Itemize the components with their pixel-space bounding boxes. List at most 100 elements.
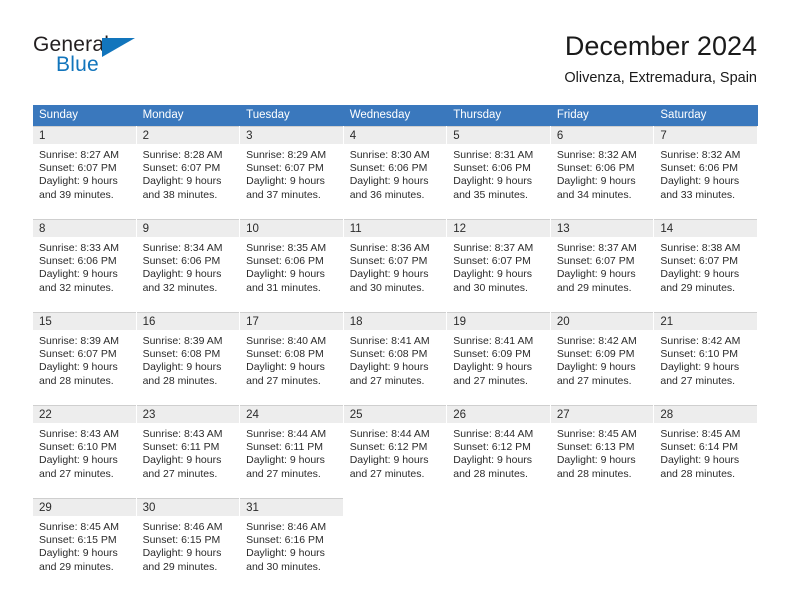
sunrise-text: Sunrise: 8:42 AM [556,335,637,347]
sunset-text: Sunset: 6:07 PM [556,255,635,268]
calendar-table: Sunday Monday Tuesday Wednesday Thursday… [33,105,758,582]
day-number: 21 [654,312,757,330]
day-cell[interactable]: 12 Sunrise: 8:37 AM Sunset: 6:07 PM Dayligh… [447,219,551,303]
day-cell[interactable]: 1 Sunrise: 8:27 AM Sunset: 6:07 PM Daylight… [33,126,137,210]
day-cell[interactable]: 21 Sunrise: 8:42 AM Sunset: 6:10 PM Dayligh… [654,312,758,396]
day-number: 29 [33,498,136,516]
daylight-text-line2: and 27 minutes. [39,467,114,480]
brand-name-bottom: Blue [56,53,99,76]
day-cell[interactable]: 9 Sunrise: 8:34 AM Sunset: 6:06 PM Daylight… [136,219,241,303]
sunrise-text: Sunrise: 8:28 AM [142,149,223,161]
daylight-text-line2: and 29 minutes. [39,560,114,573]
day-details: Sunrise: 8:39 AM Sunset: 6:08 PM Daylight:… [137,330,240,388]
sunrise-text: Sunrise: 8:27 AM [39,149,119,161]
day-cell[interactable]: 31 Sunrise: 8:46 AM Sunset: 6:16 PM Dayligh… [240,498,344,582]
sunset-text: Sunset: 6:08 PM [246,348,324,361]
daylight-text-line1: Daylight: 9 hours [349,454,429,467]
sunset-text: Sunset: 6:06 PM [453,162,531,175]
day-details: Sunrise: 8:45 AM Sunset: 6:13 PM Daylight:… [551,423,654,481]
daylight-text-line2: and 36 minutes. [349,188,425,201]
brand-logo[interactable]: General Blue [33,33,173,81]
daylight-text-line1: Daylight: 9 hours [660,361,740,374]
day-number: 8 [33,219,136,237]
sunset-text: Sunset: 6:08 PM [349,348,428,361]
daylight-text-line2: and 34 minutes. [556,188,632,201]
day-cell[interactable]: 15 Sunrise: 8:39 AM Sunset: 6:07 PM Dayligh… [33,312,137,396]
day-number: 31 [240,498,343,516]
calendar-week-row: 1 Sunrise: 8:27 AM Sunset: 6:07 PM Daylight… [33,126,758,210]
day-cell[interactable]: 28 Sunrise: 8:45 AM Sunset: 6:14 PM Dayligh… [654,405,758,489]
day-cell[interactable]: 14 Sunrise: 8:38 AM Sunset: 6:07 PM Dayligh… [654,219,758,303]
daylight-text-line1: Daylight: 9 hours [39,361,118,374]
sunset-text: Sunset: 6:12 PM [349,441,428,454]
sunset-text: Sunset: 6:07 PM [39,348,117,361]
day-cell[interactable]: 2 Sunrise: 8:28 AM Sunset: 6:07 PM Daylight… [136,126,241,210]
day-details: Sunrise: 8:43 AM Sunset: 6:10 PM Daylight:… [33,423,136,481]
day-cell[interactable]: 24 Sunrise: 8:44 AM Sunset: 6:11 PM Dayligh… [240,405,344,489]
day-details: Sunrise: 8:32 AM Sunset: 6:06 PM Daylight:… [551,144,654,202]
daylight-text-line1: Daylight: 9 hours [349,175,429,188]
daylight-text-line2: and 33 minutes. [660,188,736,201]
day-cell[interactable]: 3 Sunrise: 8:29 AM Sunset: 6:07 PM Daylight… [240,126,344,210]
weekday-header-thursday: Thursday [447,105,551,126]
calendar-page: General Blue December 2024 Olivenza, Ext… [0,0,792,612]
day-cell[interactable]: 11 Sunrise: 8:36 AM Sunset: 6:07 PM Dayligh… [343,219,448,303]
day-cell[interactable]: 8 Sunrise: 8:33 AM Sunset: 6:06 PM Daylight… [33,219,137,303]
day-number: 6 [550,126,654,144]
day-cell[interactable]: 20 Sunrise: 8:42 AM Sunset: 6:09 PM Dayligh… [550,312,655,396]
daylight-text-line1: Daylight: 9 hours [246,175,325,188]
daylight-text-line2: and 28 minutes. [142,374,218,387]
daylight-text-line1: Daylight: 9 hours [556,361,636,374]
day-number: 22 [33,405,136,423]
day-number: 12 [447,219,550,237]
week-separator [33,489,758,498]
day-cell[interactable]: 13 Sunrise: 8:37 AM Sunset: 6:07 PM Dayligh… [550,219,655,303]
sunrise-text: Sunrise: 8:43 AM [142,428,223,440]
sunset-text: Sunset: 6:07 PM [453,255,531,268]
day-cell[interactable]: 19 Sunrise: 8:41 AM Sunset: 6:09 PM Dayligh… [447,312,551,396]
day-number: 30 [136,498,240,516]
day-number: 16 [136,312,240,330]
day-cell[interactable]: 22 Sunrise: 8:43 AM Sunset: 6:10 PM Dayligh… [33,405,137,489]
day-cell[interactable]: 29 Sunrise: 8:45 AM Sunset: 6:15 PM Dayligh… [33,498,137,582]
daylight-text-line1: Daylight: 9 hours [142,454,222,467]
sunrise-text: Sunrise: 8:39 AM [142,335,223,347]
daylight-text-line1: Daylight: 9 hours [39,547,118,560]
sunset-text: Sunset: 6:09 PM [556,348,635,361]
day-cell[interactable]: 30 Sunrise: 8:46 AM Sunset: 6:15 PM Dayligh… [136,498,241,582]
day-details: Sunrise: 8:42 AM Sunset: 6:10 PM Daylight:… [654,330,757,388]
day-cell[interactable]: 5 Sunrise: 8:31 AM Sunset: 6:06 PM Daylight… [447,126,551,210]
day-cell[interactable]: 23 Sunrise: 8:43 AM Sunset: 6:11 PM Dayligh… [136,405,241,489]
daylight-text-line2: and 39 minutes. [39,188,114,201]
day-cell-empty [654,498,758,582]
day-cell[interactable]: 7 Sunrise: 8:32 AM Sunset: 6:06 PM Daylight… [654,126,758,210]
week-separator [33,303,758,312]
day-cell[interactable]: 26 Sunrise: 8:44 AM Sunset: 6:12 PM Dayligh… [447,405,551,489]
day-details: Sunrise: 8:43 AM Sunset: 6:11 PM Daylight:… [137,423,240,481]
daylight-text-line2: and 27 minutes. [349,467,425,480]
day-number: 14 [654,219,757,237]
day-number: 20 [550,312,654,330]
day-cell[interactable]: 27 Sunrise: 8:45 AM Sunset: 6:13 PM Dayligh… [550,405,655,489]
daylight-text-line2: and 27 minutes. [556,374,632,387]
day-details: Sunrise: 8:30 AM Sunset: 6:06 PM Daylight:… [344,144,447,202]
day-number [550,498,654,516]
day-details: Sunrise: 8:38 AM Sunset: 6:07 PM Daylight:… [654,237,757,295]
sunrise-text: Sunrise: 8:44 AM [349,428,430,440]
day-number: 24 [240,405,343,423]
day-cell[interactable]: 6 Sunrise: 8:32 AM Sunset: 6:06 PM Daylight… [550,126,655,210]
week-separator [33,210,758,219]
day-cell[interactable]: 18 Sunrise: 8:41 AM Sunset: 6:08 PM Dayligh… [343,312,448,396]
sunrise-text: Sunrise: 8:37 AM [556,242,637,254]
day-cell[interactable]: 10 Sunrise: 8:35 AM Sunset: 6:06 PM Dayligh… [240,219,344,303]
daylight-text-line1: Daylight: 9 hours [556,175,636,188]
calendar-week-row: 22 Sunrise: 8:43 AM Sunset: 6:10 PM Dayligh… [33,405,758,489]
day-cell[interactable]: 17 Sunrise: 8:40 AM Sunset: 6:08 PM Dayligh… [240,312,344,396]
day-cell[interactable]: 4 Sunrise: 8:30 AM Sunset: 6:06 PM Daylight… [343,126,448,210]
day-cell[interactable]: 16 Sunrise: 8:39 AM Sunset: 6:08 PM Dayligh… [136,312,241,396]
daylight-text-line1: Daylight: 9 hours [453,175,533,188]
sunrise-text: Sunrise: 8:46 AM [142,521,223,533]
sunset-text: Sunset: 6:11 PM [142,441,220,454]
day-cell[interactable]: 25 Sunrise: 8:44 AM Sunset: 6:12 PM Dayligh… [343,405,448,489]
day-details: Sunrise: 8:46 AM Sunset: 6:16 PM Daylight:… [240,516,343,574]
